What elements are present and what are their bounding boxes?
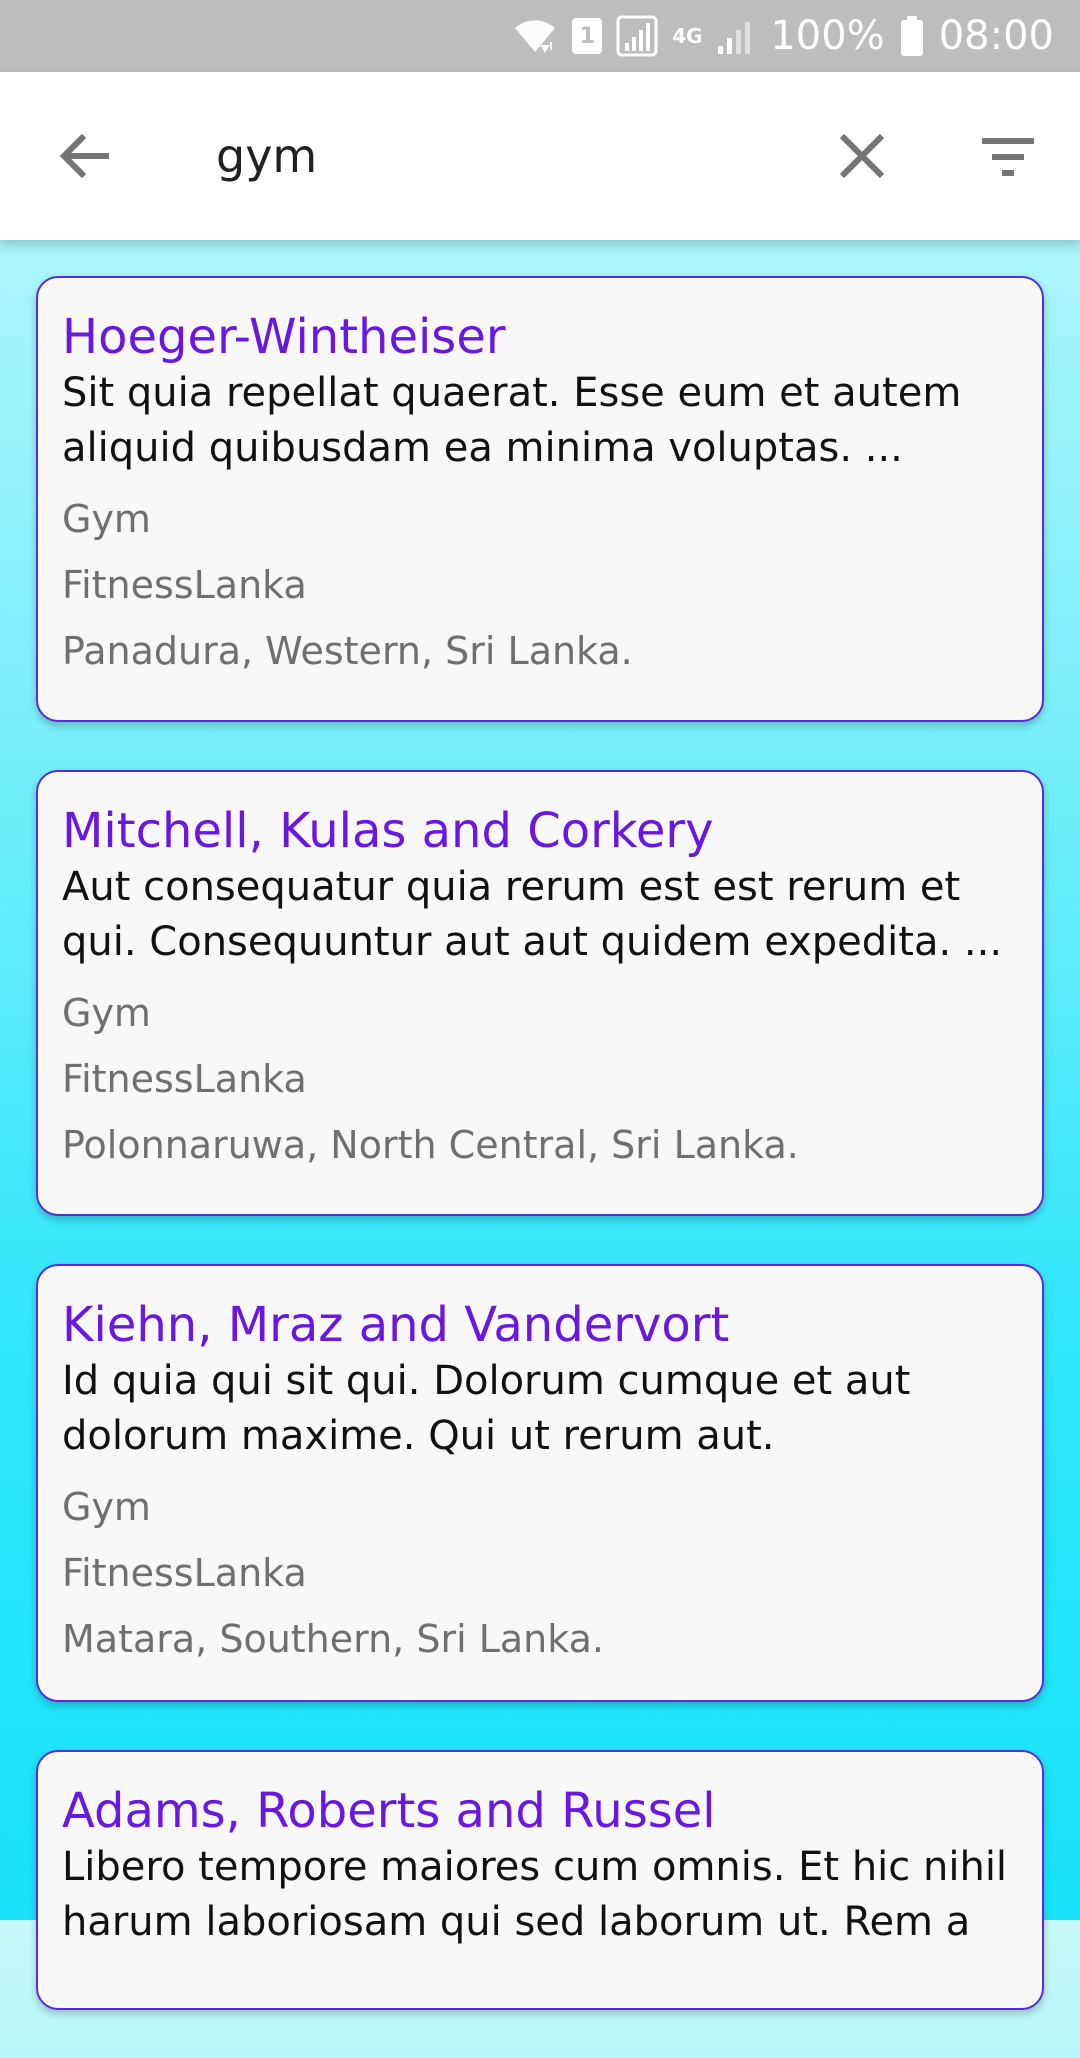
result-card[interactable]: Adams, Roberts and Russel Libero tempore…: [36, 1750, 1044, 2010]
result-location: Panadura, Western, Sri Lanka.: [62, 629, 633, 673]
filter-icon[interactable]: [976, 124, 1040, 188]
signal-weak-icon: [716, 16, 756, 56]
results-list: Hoeger-Wintheiser Sit quia repellat quae…: [36, 276, 1044, 2058]
result-title: Kiehn, Mraz and Vandervort: [62, 1297, 730, 1353]
battery-percent: 100%: [770, 13, 885, 59]
sim-icon: 1: [572, 18, 603, 54]
sim-slot-label: 1: [572, 18, 603, 54]
result-description: Libero tempore maiores cum omnis. Et hic…: [62, 1844, 1008, 1945]
result-title: Hoeger-Wintheiser: [62, 309, 506, 365]
result-category: Gym: [62, 497, 151, 541]
result-title: Adams, Roberts and Russel: [62, 1783, 716, 1839]
wifi-icon: [512, 16, 558, 56]
result-card[interactable]: Hoeger-Wintheiser Sit quia repellat quae…: [36, 276, 1044, 722]
clock: 08:00: [938, 13, 1054, 59]
result-location: Polonnaruwa, North Central, Sri Lanka.: [62, 1123, 799, 1167]
clear-icon[interactable]: [834, 128, 890, 184]
back-arrow-icon[interactable]: [52, 124, 116, 188]
result-description: Sit quia repellat quaerat. Esse eum et a…: [62, 370, 962, 471]
network-4g-icon: 4G: [672, 26, 702, 46]
signal-icon: [616, 15, 658, 57]
result-description: Aut consequatur quia rerum est est rerum…: [62, 864, 1003, 965]
status-bar: 1 4G 100% 08:00: [0, 0, 1080, 72]
search-app-bar: gym: [0, 72, 1080, 240]
result-category: Gym: [62, 1485, 151, 1529]
network-type-label: 4G: [672, 24, 703, 48]
result-provider: FitnessLanka: [62, 1551, 307, 1595]
result-title: Mitchell, Kulas and Corkery: [62, 803, 714, 859]
battery-icon: [899, 15, 925, 57]
result-location: Matara, Southern, Sri Lanka.: [62, 1617, 604, 1661]
result-card[interactable]: Kiehn, Mraz and Vandervort Id quia qui s…: [36, 1264, 1044, 1702]
result-provider: FitnessLanka: [62, 563, 307, 607]
result-description: Id quia qui sit qui. Dolorum cumque et a…: [62, 1358, 911, 1459]
search-query[interactable]: gym: [216, 129, 317, 183]
result-card[interactable]: Mitchell, Kulas and Corkery Aut consequa…: [36, 770, 1044, 1216]
result-category: Gym: [62, 991, 151, 1035]
result-provider: FitnessLanka: [62, 1057, 307, 1101]
